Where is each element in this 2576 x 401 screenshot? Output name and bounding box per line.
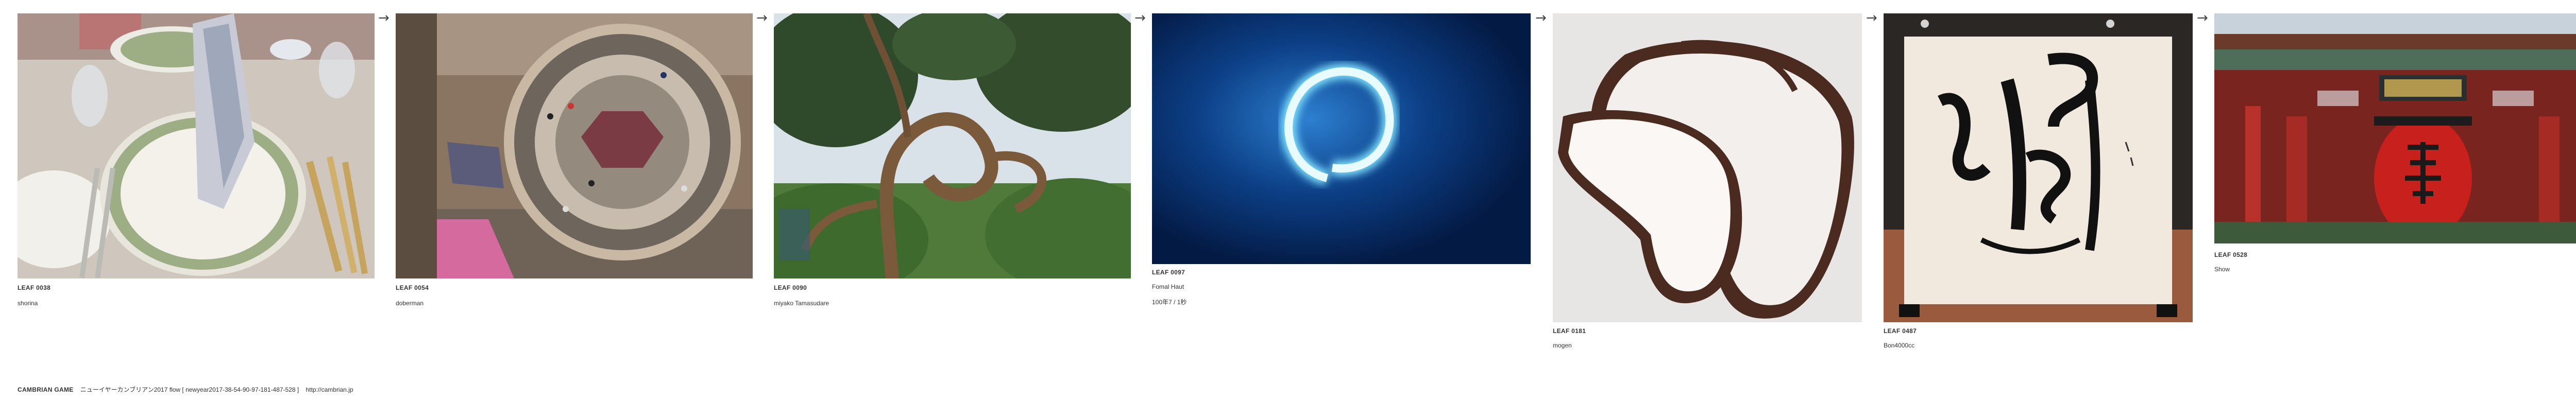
leaf-author[interactable]: shorina: [18, 300, 38, 307]
game-label: CAMBRIAN GAME: [18, 386, 74, 393]
table-setting-photo[interactable]: [18, 13, 375, 278]
neon-ring-photo[interactable]: [1152, 13, 1531, 264]
leaf-author[interactable]: Bon4000cc: [1884, 342, 1914, 349]
mochi-slices-photo[interactable]: [1553, 13, 1862, 322]
leaf-id: LEAF 0054: [396, 284, 429, 291]
flow-arrow-icon: →: [2197, 10, 2208, 26]
pine-tree-photo[interactable]: [774, 13, 1131, 278]
flow-arrow-icon: →: [756, 10, 768, 26]
leaf-author[interactable]: mogen: [1553, 342, 1572, 349]
calligraphy-photo[interactable]: [1884, 13, 2193, 322]
kaminarimon-gate-photo[interactable]: [2214, 13, 2576, 243]
flow-arrow-icon: →: [1866, 10, 1877, 26]
leaf-id: LEAF 0090: [774, 284, 807, 291]
leaf-author[interactable]: Show: [2214, 266, 2230, 273]
site-link[interactable]: http://cambrian.jp: [306, 386, 353, 393]
leaf-id: LEAF 0038: [18, 284, 51, 291]
flow-arrow-icon: →: [1134, 10, 1146, 26]
flow-arrow-icon: →: [1535, 10, 1547, 26]
leaf-author[interactable]: doberman: [396, 300, 423, 307]
leaf-id: LEAF 0181: [1553, 327, 1586, 335]
leaf-id: LEAF 0097: [1152, 269, 1185, 276]
flow-title: ニューイヤーカンブリアン2017 flow [ newyear2017-38-5…: [80, 386, 299, 393]
leaf-caption: 100年7 / 1秒: [1152, 299, 1187, 306]
leaf-author[interactable]: Fomal Haut: [1152, 283, 1184, 290]
leaf-author[interactable]: miyako Tamasudare: [774, 300, 829, 307]
spiral-building-photo[interactable]: [396, 13, 753, 278]
flow-arrow-icon: →: [378, 10, 389, 26]
leaf-id: LEAF 0528: [2214, 251, 2248, 258]
leaf-id: LEAF 0487: [1884, 327, 1917, 335]
footer: CAMBRIAN GAME ニューイヤーカンブリアン2017 flow [ ne…: [18, 385, 359, 394]
